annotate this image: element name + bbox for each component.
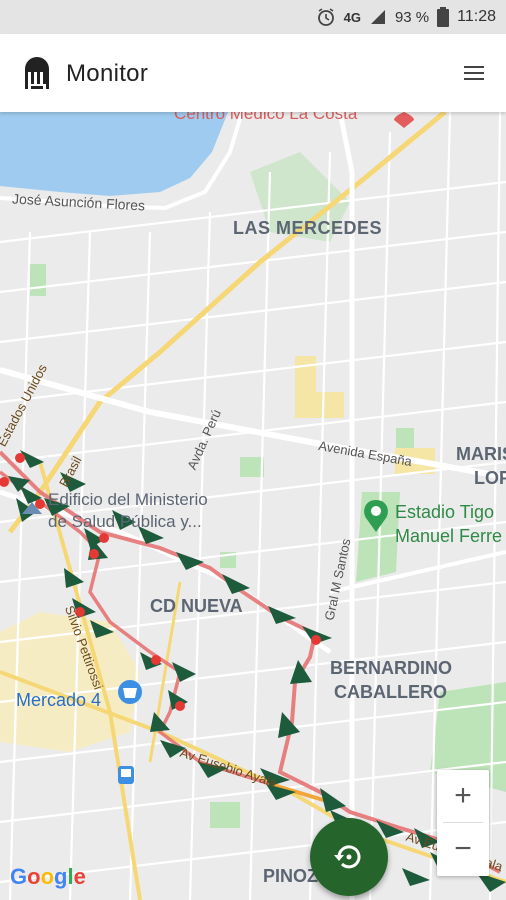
shopping-pin-icon[interactable] bbox=[118, 680, 142, 704]
label-edificio-line1: Edificio del Ministerio bbox=[48, 490, 208, 509]
zoom-out-button[interactable]: − bbox=[437, 823, 489, 875]
app-bar: Monitor bbox=[0, 34, 506, 112]
app-logo-icon bbox=[25, 57, 49, 89]
signal-icon bbox=[370, 10, 385, 24]
label-estadio-line2: Manuel Ferre bbox=[395, 526, 503, 546]
clock: 11:28 bbox=[457, 8, 496, 25]
label-mercado: Mercado 4 bbox=[16, 690, 102, 710]
park-area bbox=[210, 802, 240, 828]
alarm-icon bbox=[317, 8, 334, 26]
park-area bbox=[30, 264, 46, 296]
label-maris: MARIS bbox=[456, 444, 506, 464]
map-view[interactable]: Centro Médico La Costa José Asunción Flo… bbox=[0, 112, 506, 900]
restore-icon bbox=[334, 845, 361, 869]
google-logo: Google bbox=[10, 864, 86, 889]
label-bernardino-line2: CABALLERO bbox=[334, 682, 447, 702]
network-type: 4G bbox=[343, 9, 361, 25]
label-lop: LOP bbox=[474, 468, 506, 488]
label-estadio-line1: Estadio Tigo bbox=[395, 502, 495, 522]
label-centro-medico: Centro Médico La Costa bbox=[174, 112, 358, 123]
label-edificio-line2: de Salud Pública y... bbox=[48, 512, 202, 531]
history-fab-button[interactable] bbox=[310, 818, 388, 896]
hamburger-menu-icon[interactable] bbox=[464, 65, 484, 81]
status-bar: 4G 93 % 11:28 bbox=[0, 0, 506, 34]
zoom-in-button[interactable]: + bbox=[437, 770, 489, 822]
label-pinoza: PINOZ bbox=[263, 866, 319, 886]
zoom-control: + − bbox=[437, 770, 489, 876]
label-cd-nueva: CD NUEVA bbox=[150, 596, 243, 616]
bus-stop-icon[interactable] bbox=[118, 766, 134, 784]
label-las-mercedes: LAS MERCEDES bbox=[233, 218, 383, 238]
label-bernardino-line1: BERNARDINO bbox=[330, 658, 453, 678]
app-title: Monitor bbox=[66, 60, 149, 87]
battery-icon bbox=[437, 7, 450, 27]
battery-percent: 93 % bbox=[394, 8, 430, 26]
park-area bbox=[240, 457, 264, 477]
